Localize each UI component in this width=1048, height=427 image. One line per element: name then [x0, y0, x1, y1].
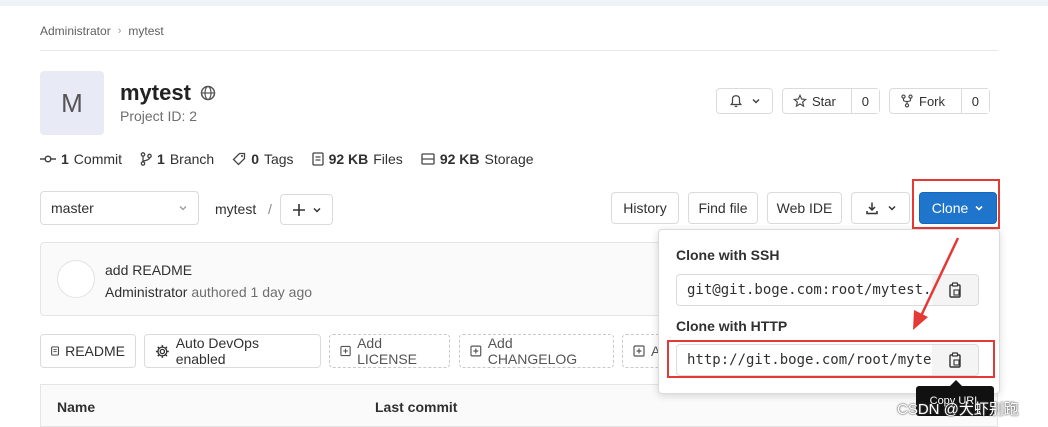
branch-name: master — [51, 200, 94, 216]
storage-icon — [421, 153, 435, 165]
web-ide-button[interactable]: Web IDE — [767, 192, 842, 224]
avatar-letter: M — [61, 87, 83, 118]
add-license-label: Add LICENSE — [357, 335, 417, 367]
branches-label: Branch — [169, 151, 215, 167]
clipboard-icon — [949, 282, 961, 298]
download-icon — [865, 202, 878, 215]
ssh-label: Clone with SSH — [676, 247, 780, 263]
chevron-down-icon — [179, 206, 187, 211]
fork-count[interactable]: 0 — [960, 89, 989, 113]
document-icon — [51, 346, 59, 356]
plus-square-icon — [470, 345, 482, 357]
fork-button[interactable]: Fork 0 — [889, 88, 990, 114]
annotation-highlight-http — [667, 340, 995, 378]
tag-icon — [232, 152, 246, 166]
bell-icon — [729, 95, 742, 108]
path-separator: / — [268, 201, 272, 217]
storage-stat[interactable]: 92 KB Storage — [421, 151, 534, 167]
commit-author-avatar[interactable] — [57, 260, 95, 298]
column-name: Name — [57, 399, 96, 415]
auto-devops-label: Auto DevOps enabled — [175, 335, 259, 367]
chevron-right-icon: › — [117, 25, 122, 37]
copy-ssh-button[interactable] — [932, 274, 979, 306]
storage-size: 92 KB — [439, 151, 480, 167]
commits-count: 1 — [61, 151, 69, 167]
add-to-tree-button[interactable] — [280, 194, 333, 225]
add-license-button[interactable]: Add LICENSE — [329, 334, 450, 368]
star-label: Star — [812, 93, 836, 109]
top-bar — [0, 0, 1048, 6]
commit-icon — [40, 155, 56, 163]
download-button[interactable] — [851, 192, 910, 224]
storage-label: Storage — [484, 151, 534, 167]
globe-icon — [200, 85, 216, 101]
tags-label: Tags — [263, 151, 294, 167]
commit-meta: Administrator authored 1 day ago — [105, 284, 312, 300]
readme-label: README — [65, 343, 125, 359]
notification-button[interactable] — [716, 88, 773, 114]
find-file-button[interactable]: Find file — [688, 192, 758, 224]
branch-icon — [140, 152, 152, 166]
breadcrumb-project[interactable]: mytest — [128, 24, 163, 38]
auto-devops-button[interactable]: Auto DevOps enabled — [144, 334, 321, 368]
project-avatar: M — [40, 71, 104, 135]
commits-label: Commit — [73, 151, 123, 167]
plus-square-icon — [633, 345, 645, 357]
gear-icon — [155, 344, 169, 358]
tags-stat[interactable]: 0 Tags — [232, 151, 294, 167]
project-id: Project ID: 2 — [120, 108, 198, 124]
history-button[interactable]: History — [611, 192, 679, 224]
chevron-down-icon — [312, 207, 321, 213]
commits-stat[interactable]: 1 Commit — [40, 151, 122, 167]
chevron-down-icon — [751, 98, 760, 104]
breadcrumb: Administrator › mytest — [40, 24, 164, 38]
files-label: Files — [373, 151, 403, 167]
commit-time: authored 1 day ago — [191, 284, 313, 300]
plus-square-icon — [340, 345, 351, 357]
branches-stat[interactable]: 1 Branch — [140, 151, 214, 167]
http-label: Clone with HTTP — [676, 318, 788, 334]
watermark: CSDN @大虾别跑 — [897, 401, 1019, 418]
star-icon — [793, 94, 807, 108]
file-icon — [311, 152, 324, 166]
repo-path[interactable]: mytest — [215, 201, 256, 217]
star-count[interactable]: 0 — [850, 89, 879, 113]
readme-button[interactable]: README — [40, 334, 136, 368]
add-changelog-button[interactable]: Add CHANGELOG — [459, 334, 614, 368]
chevron-down-icon — [887, 205, 896, 211]
commit-title[interactable]: add README — [105, 262, 192, 278]
fork-icon — [901, 94, 913, 108]
project-stats: 1 Commit 1 Branch 0 Tags 92 KB Files 92 KB St… — [40, 151, 534, 167]
breadcrumb-owner[interactable]: Administrator — [40, 24, 111, 38]
tags-count: 0 — [251, 151, 259, 167]
ssh-url-input[interactable]: git@git.boge.com:root/mytest.git — [676, 274, 933, 306]
commit-author[interactable]: Administrator — [105, 284, 187, 300]
divider — [40, 50, 998, 51]
add-changelog-label: Add CHANGELOG — [487, 335, 578, 367]
column-last-commit: Last commit — [375, 399, 458, 415]
star-button[interactable]: Star 0 — [782, 88, 880, 114]
annotation-highlight-clone — [912, 179, 1000, 229]
fork-label: Fork — [919, 93, 945, 109]
branches-count: 1 — [157, 151, 165, 167]
plus-icon — [292, 203, 305, 216]
branch-dropdown[interactable]: master — [40, 191, 199, 225]
project-title: mytest — [120, 80, 191, 105]
files-size: 92 KB — [328, 151, 369, 167]
files-stat[interactable]: 92 KB Files — [311, 151, 403, 167]
